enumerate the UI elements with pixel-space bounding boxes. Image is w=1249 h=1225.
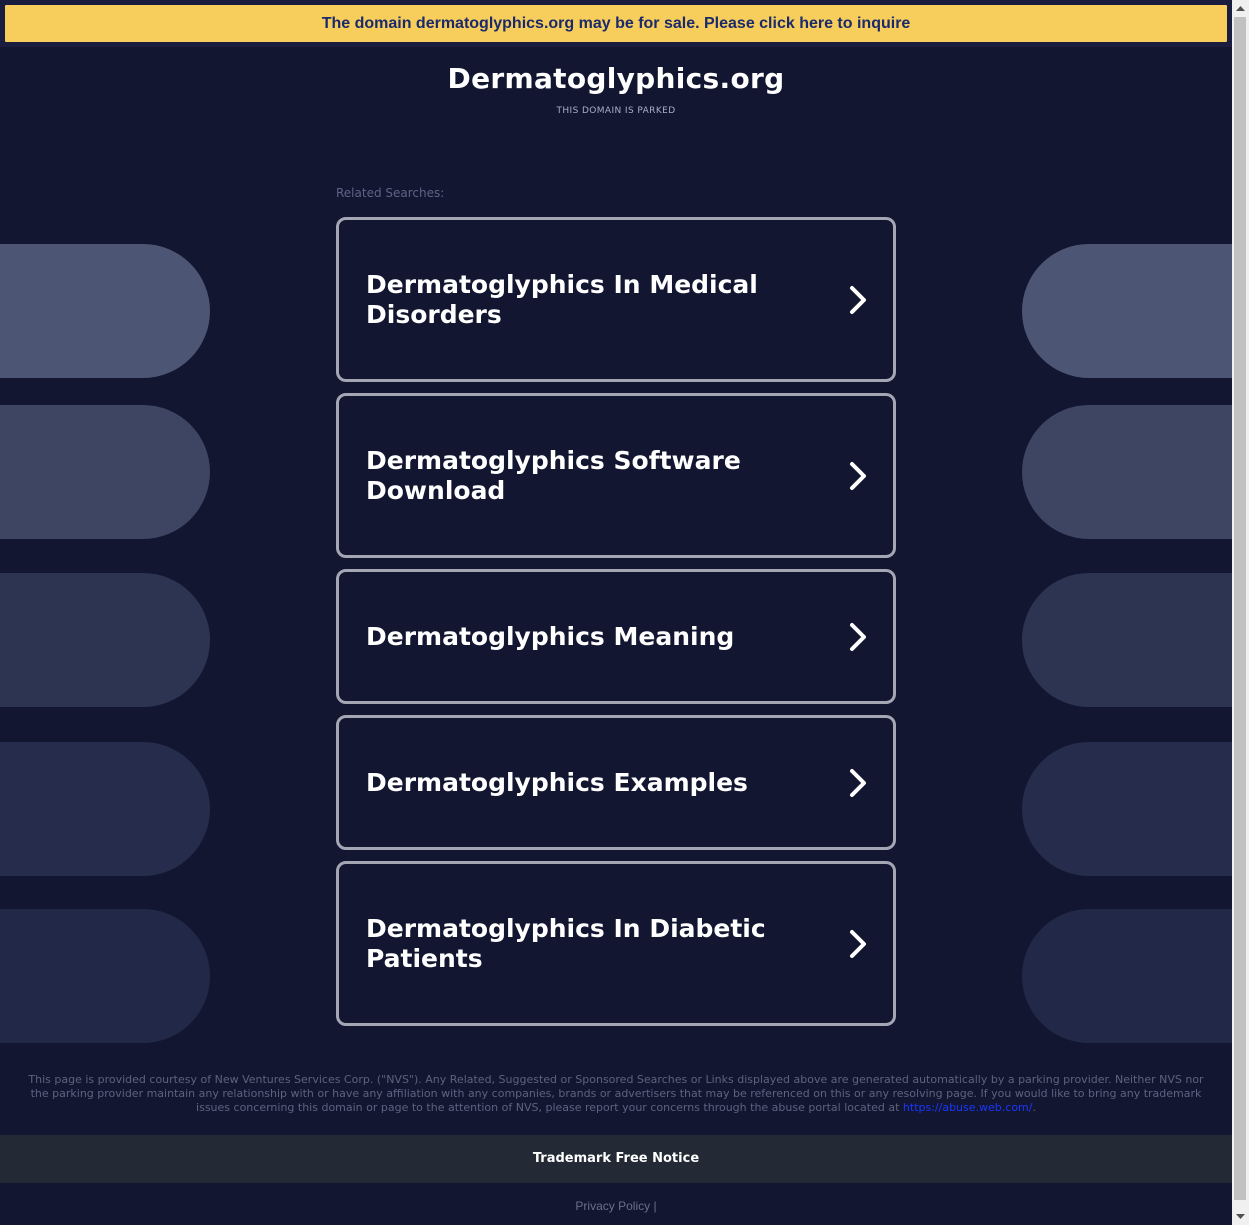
- related-search-label: Dermatoglyphics Software Download: [366, 445, 741, 505]
- sale-banner: The domain dermatoglyphics.org may be fo…: [0, 0, 1232, 47]
- decorative-pill: [1022, 909, 1232, 1043]
- related-search-label: Dermatoglyphics Meaning: [366, 621, 735, 651]
- related-search-label: Dermatoglyphics In Medical Disorders: [366, 269, 758, 329]
- chevron-right-icon: [850, 461, 866, 490]
- disclaimer-end: .: [1032, 1101, 1036, 1114]
- chevron-right-icon: [850, 285, 866, 314]
- related-search-link[interactable]: Dermatoglyphics Software Download: [336, 393, 896, 558]
- parked-page: The domain dermatoglyphics.org may be fo…: [0, 0, 1232, 1225]
- related-search-label: Dermatoglyphics Examples: [366, 767, 748, 797]
- decorative-pill: [0, 244, 210, 378]
- disclaimer-text: This page is provided courtesy of New Ve…: [22, 1073, 1210, 1115]
- scrollbar-thumb[interactable]: [1234, 17, 1246, 1200]
- decorative-pill: [1022, 405, 1232, 539]
- chevron-right-icon: [850, 929, 866, 958]
- decorative-pill: [0, 909, 210, 1043]
- related-searches-label: Related Searches:: [336, 186, 445, 200]
- trademark-bar: Trademark Free Notice: [0, 1135, 1232, 1183]
- chevron-right-icon: [850, 768, 866, 797]
- decorative-pill: [0, 742, 210, 876]
- page-title: Dermatoglyphics.org: [447, 62, 785, 95]
- trademark-notice-link[interactable]: Trademark Free Notice: [0, 1135, 1232, 1183]
- chevron-right-icon: [850, 622, 866, 651]
- related-search-link[interactable]: Dermatoglyphics In Diabetic Patients: [336, 861, 896, 1026]
- scroll-up-arrow-icon[interactable]: [1232, 0, 1249, 17]
- related-search-link[interactable]: Dermatoglyphics Meaning: [336, 569, 896, 704]
- decorative-pill: [1022, 573, 1232, 707]
- sale-banner-link[interactable]: The domain dermatoglyphics.org may be fo…: [5, 5, 1227, 42]
- decorative-pill: [0, 405, 210, 539]
- abuse-portal-link[interactable]: https://abuse.web.com/: [903, 1101, 1033, 1114]
- parked-subtitle: THIS DOMAIN IS PARKED: [556, 106, 676, 116]
- decorative-pill: [1022, 742, 1232, 876]
- related-search-link[interactable]: Dermatoglyphics In Medical Disorders: [336, 217, 896, 382]
- privacy-policy-link[interactable]: Privacy Policy |: [0, 1199, 1232, 1213]
- vertical-scrollbar[interactable]: [1232, 0, 1249, 1225]
- decorative-pill: [0, 573, 210, 707]
- related-search-label: Dermatoglyphics In Diabetic Patients: [366, 913, 766, 973]
- scroll-down-arrow-icon[interactable]: [1232, 1208, 1249, 1225]
- related-search-link[interactable]: Dermatoglyphics Examples: [336, 715, 896, 850]
- decorative-pill: [1022, 244, 1232, 378]
